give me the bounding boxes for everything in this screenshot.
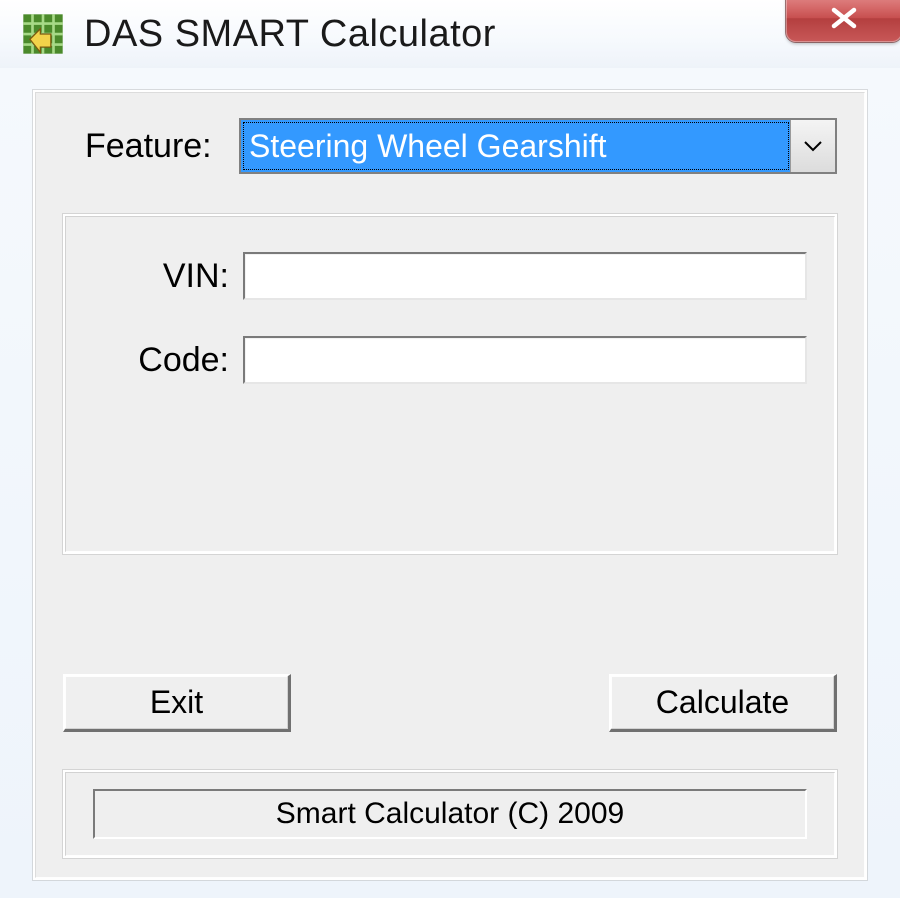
input-group: VIN: Code: xyxy=(63,214,837,554)
main-panel: Feature: Steering Wheel Gearshift VIN: xyxy=(33,90,867,880)
window-title: DAS SMART Calculator xyxy=(84,13,496,56)
feature-combobox[interactable]: Steering Wheel Gearshift xyxy=(239,118,837,174)
code-input[interactable] xyxy=(243,336,807,384)
vin-row: VIN: xyxy=(93,252,807,300)
feature-label: Feature: xyxy=(63,127,239,166)
feature-selected: Steering Wheel Gearshift xyxy=(241,120,790,172)
status-panel: Smart Calculator (C) 2009 xyxy=(63,770,837,858)
vin-input[interactable] xyxy=(243,252,807,300)
app-icon xyxy=(22,13,64,55)
chevron-down-icon xyxy=(790,120,835,172)
status-text: Smart Calculator (C) 2009 xyxy=(93,789,807,839)
title-bar: DAS SMART Calculator xyxy=(0,0,900,69)
exit-button[interactable]: Exit xyxy=(63,674,291,732)
calculate-button[interactable]: Calculate xyxy=(609,674,837,732)
feature-row: Feature: Steering Wheel Gearshift xyxy=(63,118,837,174)
code-label: Code: xyxy=(93,341,243,380)
button-row: Exit Calculate xyxy=(63,674,837,732)
close-button[interactable] xyxy=(786,0,900,42)
window: DAS SMART Calculator Feature: Steering W… xyxy=(0,0,900,900)
close-icon xyxy=(828,6,860,30)
client-area: Feature: Steering Wheel Gearshift VIN: xyxy=(0,68,900,898)
code-row: Code: xyxy=(93,336,807,384)
vin-label: VIN: xyxy=(93,257,243,296)
